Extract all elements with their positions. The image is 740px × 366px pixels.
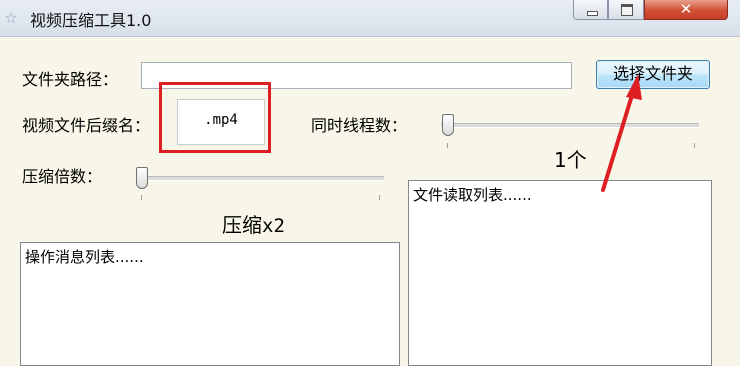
annotation-arrow-head [626,74,642,100]
annotation-arrow [601,74,642,192]
annotation-arrow-line [601,90,635,192]
